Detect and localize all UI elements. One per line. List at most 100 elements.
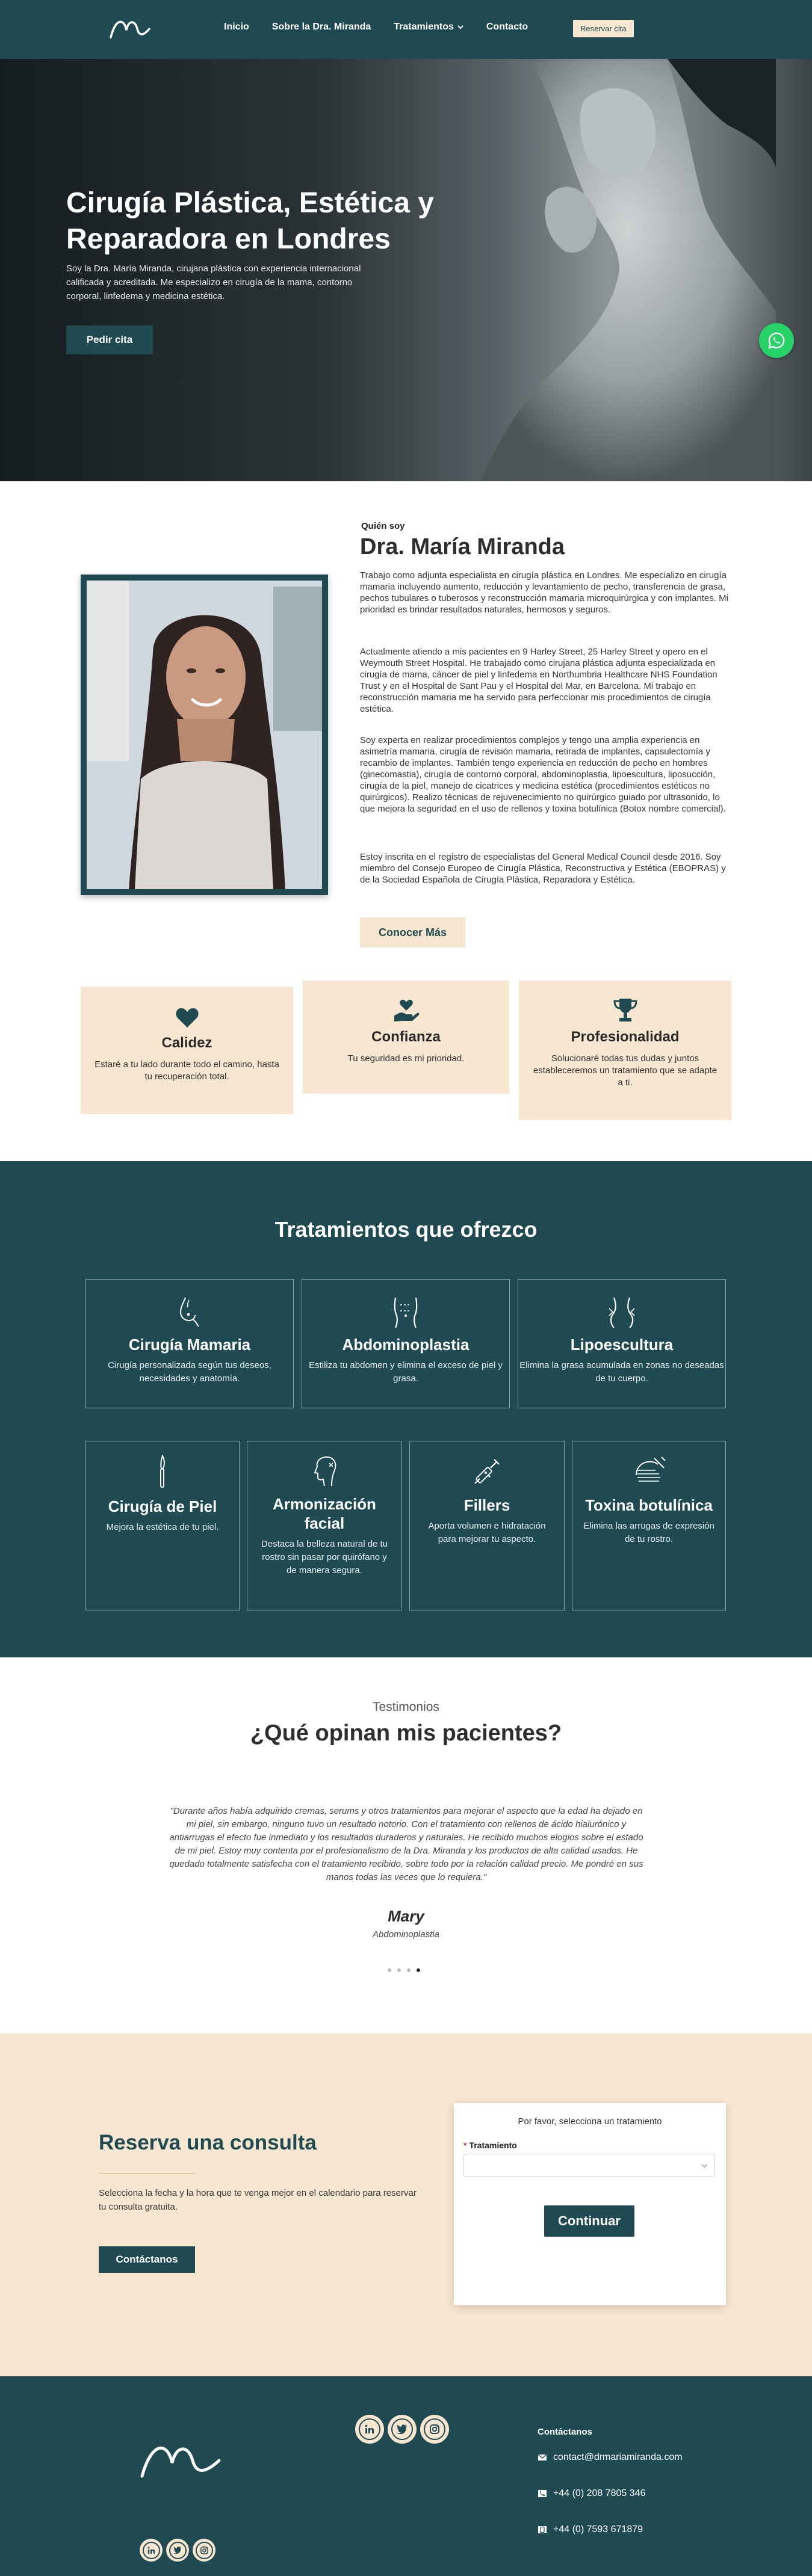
treatment-text: Mejora la estética de tu piel. <box>106 1522 219 1532</box>
about-paragraph: Trabajo como adjunta especialista en cir… <box>360 570 728 615</box>
divider <box>99 2173 195 2174</box>
conocer-mas-button[interactable]: Conocer Más <box>360 917 465 948</box>
contact-mobile-text: +44 (0) 7593 671879 <box>553 2524 643 2534</box>
logo[interactable] <box>108 16 152 42</box>
doctor-name: Dra. María Miranda <box>360 534 565 559</box>
treatment-card[interactable]: Armonización facial Destaca la belleza n… <box>247 1441 402 1610</box>
footer-logo[interactable] <box>138 2436 223 2485</box>
value-card-profesionalidad: Profesionalidad Solucionaré todas tus du… <box>519 981 731 1120</box>
treatment-title: Armonización facial <box>273 1495 376 1532</box>
trophy-icon <box>613 999 637 1021</box>
booking-section: Reserva una consulta Selecciona la fecha… <box>0 2033 812 2376</box>
treatment-title: Abdominoplastia <box>342 1336 470 1354</box>
treatment-title: Lipoescultura <box>570 1336 674 1354</box>
form-label-text: Tratamiento <box>469 2140 517 2150</box>
value-text: Solucionaré todas tus dudas y juntos est… <box>533 1053 717 1088</box>
value-text: Tu seguridad es mi prioridad. <box>347 1053 465 1064</box>
treatments-section: Tratamientos que ofrezco Cirugía Mamaria… <box>0 1161 812 1657</box>
testimonials-kicker: Testimonios <box>373 1700 439 1714</box>
treatment-text: Cirugía personalizada según tus deseos, … <box>108 1360 271 1384</box>
syringe-icon <box>474 1459 500 1484</box>
treatment-text: Destaca la belleza natural de tu rostro … <box>261 1539 388 1576</box>
social-links-top <box>355 2415 449 2444</box>
form-note: Por favor, selecciona un tratamiento <box>518 2116 662 2127</box>
treatment-title: Fillers <box>463 1496 510 1514</box>
value-title: Profesionalidad <box>571 1029 680 1045</box>
scalpel-icon <box>160 1455 165 1488</box>
breast-icon <box>179 1297 199 1327</box>
chevron-down-icon <box>701 2164 707 2168</box>
treatment-card[interactable]: Abdominoplastia Estiliza tu abdomen y el… <box>302 1279 510 1408</box>
booking-form: Por favor, selecciona un tratamiento * Tr… <box>454 2103 726 2305</box>
testimonials-title: ¿Qué opinan mis pacientes? <box>250 1721 562 1746</box>
face-icon <box>314 1456 336 1487</box>
carousel-dot[interactable] <box>388 1968 391 1972</box>
continuar-button[interactable]: Continuar <box>544 2205 634 2237</box>
treatment-select[interactable] <box>463 2154 715 2177</box>
about-kicker: Quién soy <box>361 521 405 531</box>
treatment-text: Aporta volumen e hidratación para mejora… <box>428 1521 546 1544</box>
main-nav: Inicio Sobre la Dra. Miranda Tratamiento… <box>224 22 528 32</box>
value-title: Confianza <box>371 1029 441 1045</box>
nav-contacto[interactable]: Contacto <box>486 22 528 32</box>
treatment-text: Elimina la grasa acumulada en zonas no d… <box>519 1360 724 1384</box>
instagram-link[interactable] <box>420 2415 449 2444</box>
treatment-text: Elimina las arrugas de expresión de tu r… <box>583 1521 714 1544</box>
nav-sobre[interactable]: Sobre la Dra. Miranda <box>272 22 371 32</box>
booking-title: Reserva una consulta <box>99 2131 317 2154</box>
hero-title: Cirugía Plástica, Estética y Reparadora … <box>66 187 434 255</box>
heart-icon <box>175 1008 199 1028</box>
contact-phone-text: +44 (0) 208 7805 346 <box>553 2488 646 2498</box>
instagram-icon <box>200 2546 208 2554</box>
instagram-link[interactable] <box>193 2539 215 2562</box>
contact-phone[interactable]: +44 (0) 208 7805 346 <box>538 2488 645 2499</box>
treatment-card[interactable]: Fillers Aporta volumen e hidratación par… <box>409 1441 565 1610</box>
value-card-confianza: Confianza Tu seguridad es mi prioridad. <box>303 981 509 1094</box>
contactanos-button[interactable]: Contáctanos <box>99 2246 195 2273</box>
site-header: Inicio Sobre la Dra. Miranda Tratamiento… <box>0 0 812 59</box>
treatment-card[interactable]: Cirugía Mamaria Cirugía personalizada se… <box>85 1279 294 1408</box>
contact-mobile[interactable]: +44 (0) 7593 671879 <box>538 2524 643 2535</box>
twitter-link[interactable] <box>388 2415 417 2444</box>
treatment-card[interactable]: Cirugía de Piel Mejora la estética de tu… <box>85 1441 240 1610</box>
required-mark: * <box>463 2140 467 2150</box>
doctor-photo <box>87 581 322 889</box>
linkedin-icon <box>365 2424 374 2433</box>
about-paragraph: Soy experta en realizar procedimientos c… <box>360 735 726 814</box>
reservar-cita-button[interactable]: Reservar cita <box>573 20 634 37</box>
value-text: Estaré a tu lado durante todo el camino,… <box>95 1059 279 1082</box>
doctor-portrait <box>87 581 322 889</box>
nav-inicio[interactable]: Inicio <box>224 22 249 32</box>
about-paragraph: Estoy inscrita en el registro de especia… <box>360 852 726 885</box>
face-lines-icon <box>636 1456 666 1482</box>
twitter-link[interactable] <box>166 2539 189 2562</box>
envelope-icon <box>538 2454 547 2460</box>
linkedin-icon <box>147 2547 155 2554</box>
carousel-dot[interactable] <box>397 1968 401 1972</box>
hand-heart-icon <box>394 999 419 1021</box>
contact-email[interactable]: contact@drmariamiranda.com <box>538 2452 683 2463</box>
carousel-dot[interactable] <box>407 1968 411 1972</box>
phone-icon <box>538 2490 547 2497</box>
treatment-text: Estiliza tu abdomen y elimina el exceso … <box>309 1360 503 1384</box>
form-label: * Tratamiento <box>463 2140 517 2150</box>
contact-email-text: contact@drmariamiranda.com <box>553 2452 683 2462</box>
linkedin-link[interactable] <box>355 2415 384 2444</box>
contact-title: Contáctanos <box>538 2427 592 2437</box>
value-card-calidez: Calidez Estaré a tu lado durante todo el… <box>81 987 293 1114</box>
waist-icon <box>609 1297 635 1328</box>
twitter-icon <box>173 2547 181 2554</box>
carousel-dot-active[interactable] <box>417 1968 420 1972</box>
abdomen-icon <box>394 1297 418 1328</box>
pedir-cita-button[interactable]: Pedir cita <box>66 325 153 354</box>
hero-image <box>481 59 776 481</box>
treatment-card[interactable]: Lipoescultura Elimina la grasa acumulada… <box>518 1279 726 1408</box>
whatsapp-icon <box>768 332 785 349</box>
carousel-dots <box>388 1968 420 1972</box>
treatment-card[interactable]: Toxina botulínica Elimina las arrugas de… <box>572 1441 726 1610</box>
booking-text: Selecciona la fecha y la hora que te ven… <box>99 2188 417 2212</box>
linkedin-link[interactable] <box>140 2539 163 2562</box>
twitter-icon <box>397 2424 407 2434</box>
whatsapp-button[interactable] <box>759 323 794 358</box>
nav-tratamientos[interactable]: Tratamientos <box>394 22 463 32</box>
